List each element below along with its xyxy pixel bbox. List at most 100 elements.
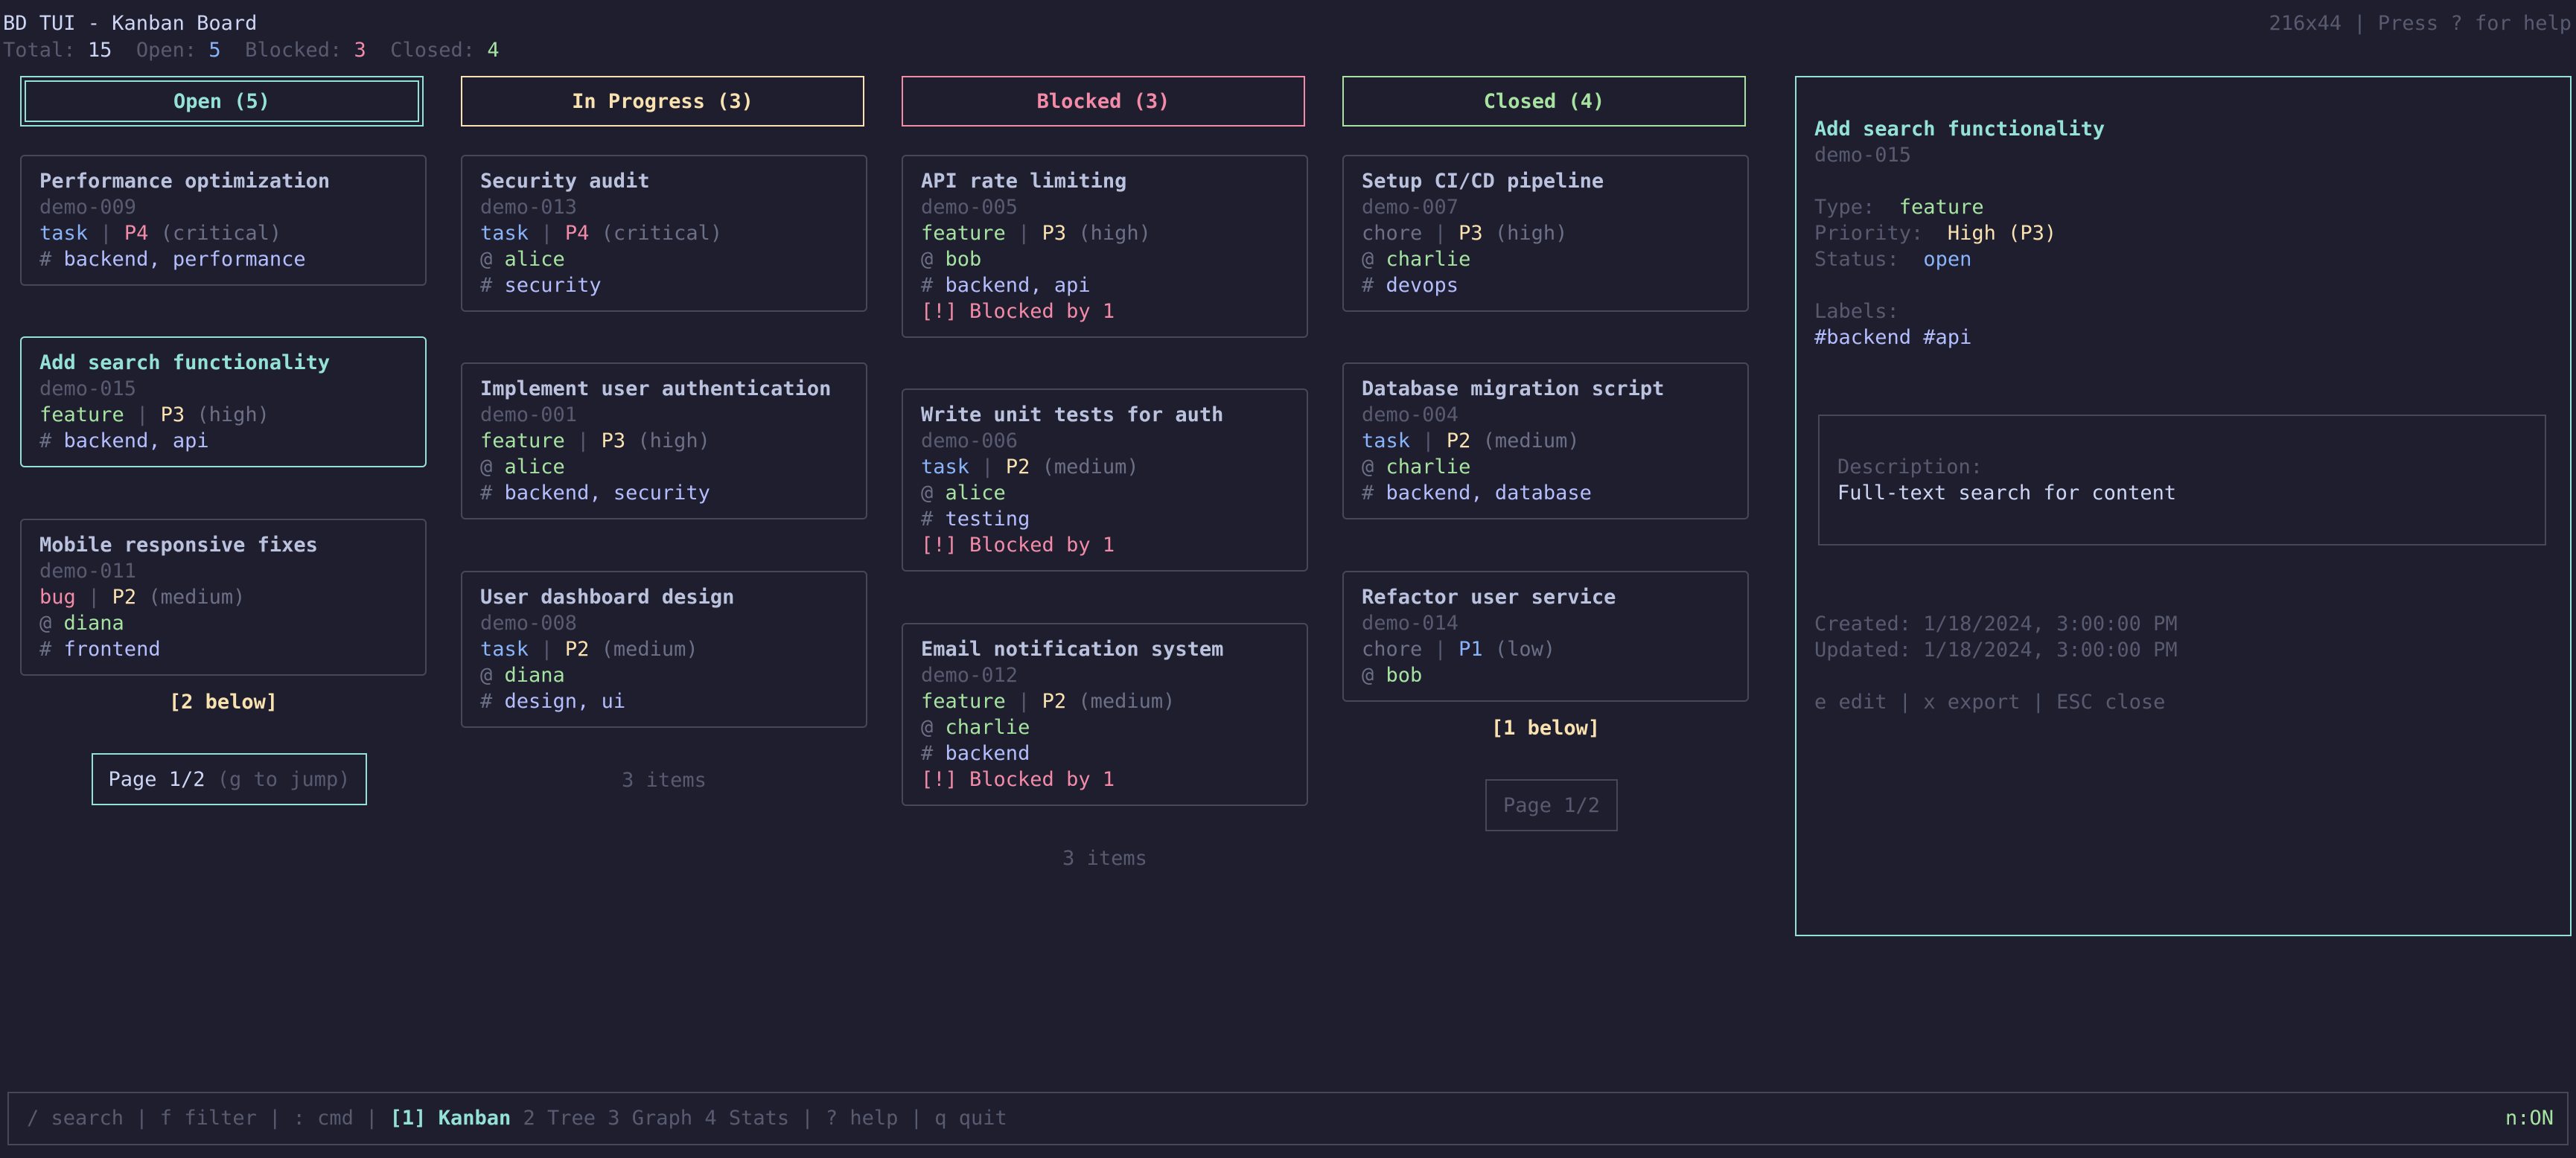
app-title: BD TUI - Kanban Board [3, 12, 258, 35]
assignee-at: @ [1362, 664, 1374, 687]
blocked-indicator: [!] Blocked by 1 [921, 300, 1115, 323]
card-title: Setup CI/CD pipeline [1362, 170, 1604, 193]
item-count: 3 items [622, 769, 707, 792]
column-header-closed[interactable]: Closed (4) [1342, 76, 1746, 127]
issue-card[interactable]: Implement user authentication demo-001 f… [461, 362, 867, 519]
assignee-at: @ [921, 482, 934, 505]
view-tabs[interactable]: 2 Tree 3 Graph 4 Stats [523, 1107, 790, 1130]
command-hints[interactable]: / search | f filter | : cmd | [27, 1107, 377, 1130]
card-id: demo-006 [921, 429, 1018, 452]
card-type: feature [921, 222, 1006, 245]
detail-type: feature [1898, 196, 1984, 219]
description-label: Description: [1837, 455, 1983, 479]
card-assignee: charlie [1386, 455, 1471, 479]
card-labels: backend, performance [63, 248, 306, 271]
card-assignee: charlie [945, 716, 1030, 739]
card-type: chore [1362, 222, 1423, 245]
separator: | [88, 586, 101, 609]
label-hash: # [921, 274, 934, 297]
assignee-at: @ [921, 248, 934, 271]
card-id: demo-005 [921, 196, 1018, 219]
pager-open[interactable]: Page 1/2 (g to jump) [92, 753, 367, 805]
card-title: Write unit tests for auth [921, 403, 1224, 426]
card-labels: backend, api [63, 429, 209, 452]
separator: | [981, 455, 994, 479]
card-priority: P3 [601, 429, 626, 452]
card-labels: backend, database [1386, 482, 1592, 505]
status-bar: / search | f filter | : cmd | [1] Kanban… [7, 1092, 2569, 1145]
issue-card[interactable]: Refactor user service demo-014 chore | P… [1342, 571, 1749, 702]
card-title: Security audit [480, 170, 650, 193]
issue-card[interactable]: Add search functionality demo-015 featur… [20, 336, 427, 467]
card-priority: P4 [564, 222, 590, 245]
pager-closed[interactable]: Page 1/2 [1485, 779, 1618, 831]
more-below-indicator: [2 below] [168, 691, 278, 714]
separator: | [100, 222, 112, 245]
stats-bar: Total: 15 Open: 5 Blocked: 3 Closed: 4 [3, 37, 500, 63]
card-type: bug [39, 586, 76, 609]
card-severity: (high) [637, 429, 710, 452]
more-below-indicator: [1 below] [1491, 717, 1601, 740]
card-type: task [1362, 429, 1411, 452]
issue-card[interactable]: Write unit tests for auth demo-006 task … [902, 388, 1308, 572]
card-id: demo-001 [480, 403, 578, 426]
issue-card[interactable]: User dashboard design demo-008 task | P2… [461, 571, 867, 728]
card-labels: backend, security [504, 482, 710, 505]
card-severity: (critical) [601, 222, 723, 245]
card-assignee: bob [945, 248, 982, 271]
detail-status: open [1923, 248, 1972, 271]
issue-card[interactable]: API rate limiting demo-005 feature | P3 … [902, 155, 1308, 338]
card-type: chore [1362, 638, 1423, 661]
card-severity: (critical) [160, 222, 282, 245]
detail-priority-label: Priority: [1814, 222, 1924, 245]
blocked-indicator: [!] Blocked by 1 [921, 534, 1115, 557]
stat-closed-label: Closed: [390, 39, 476, 62]
card-priority: P3 [1458, 222, 1483, 245]
card-assignee: alice [504, 455, 565, 479]
card-severity: (high) [1078, 222, 1151, 245]
help-quit-hints[interactable]: | ? help | q quit [801, 1107, 1007, 1130]
column-header-blocked[interactable]: Blocked (3) [902, 76, 1305, 127]
card-severity: (medium) [1078, 690, 1176, 713]
detail-priority-row: Priority: High (P3) [1814, 220, 2056, 246]
card-id: demo-011 [39, 560, 137, 583]
card-assignee: diana [63, 612, 124, 635]
card-title: Mobile responsive fixes [39, 534, 318, 557]
card-id: demo-015 [39, 377, 137, 400]
card-id: demo-012 [921, 664, 1018, 687]
created-timestamp: Created: 1/18/2024, 3:00:00 PM [1814, 612, 2178, 636]
card-priority: P2 [112, 586, 137, 609]
assignee-at: @ [1362, 248, 1374, 271]
view-tab-kanban[interactable]: [1] Kanban [390, 1107, 511, 1130]
card-id: demo-009 [39, 196, 137, 219]
separator: | [136, 403, 149, 426]
column-header-in-progress[interactable]: In Progress (3) [461, 76, 864, 127]
detail-labels: #backend #api [1814, 326, 1972, 349]
card-type: feature [921, 690, 1006, 713]
detail-title: Add search functionality [1814, 118, 2105, 141]
assignee-at: @ [480, 455, 493, 479]
assignee-at: @ [480, 664, 493, 687]
column-header-open[interactable]: Open (5) [20, 76, 424, 127]
detail-type-label: Type: [1814, 196, 1875, 219]
separator: | [1422, 429, 1435, 452]
card-severity: (low) [1494, 638, 1556, 661]
card-severity: (high) [197, 403, 270, 426]
issue-card[interactable]: Security audit demo-013 task | P4 (criti… [461, 155, 867, 312]
card-labels: testing [945, 508, 1030, 531]
issue-card[interactable]: Email notification system demo-012 featu… [902, 623, 1308, 806]
issue-card[interactable]: Setup CI/CD pipeline demo-007 chore | P3… [1342, 155, 1749, 312]
label-hash: # [480, 482, 493, 505]
label-hash: # [39, 248, 52, 271]
card-priority: P2 [1005, 455, 1030, 479]
card-type: feature [480, 429, 565, 452]
issue-card[interactable]: Database migration script demo-004 task … [1342, 362, 1749, 519]
issue-card[interactable]: Mobile responsive fixes demo-011 bug | P… [20, 519, 427, 676]
detail-status-label: Status: [1814, 248, 1899, 271]
detail-status-row: Status: open [1814, 246, 1971, 272]
card-type: task [480, 222, 529, 245]
card-labels: backend, api [945, 274, 1091, 297]
card-labels: backend [945, 742, 1030, 765]
stat-closed: 4 [487, 39, 500, 62]
issue-card[interactable]: Performance optimization demo-009 task |… [20, 155, 427, 286]
